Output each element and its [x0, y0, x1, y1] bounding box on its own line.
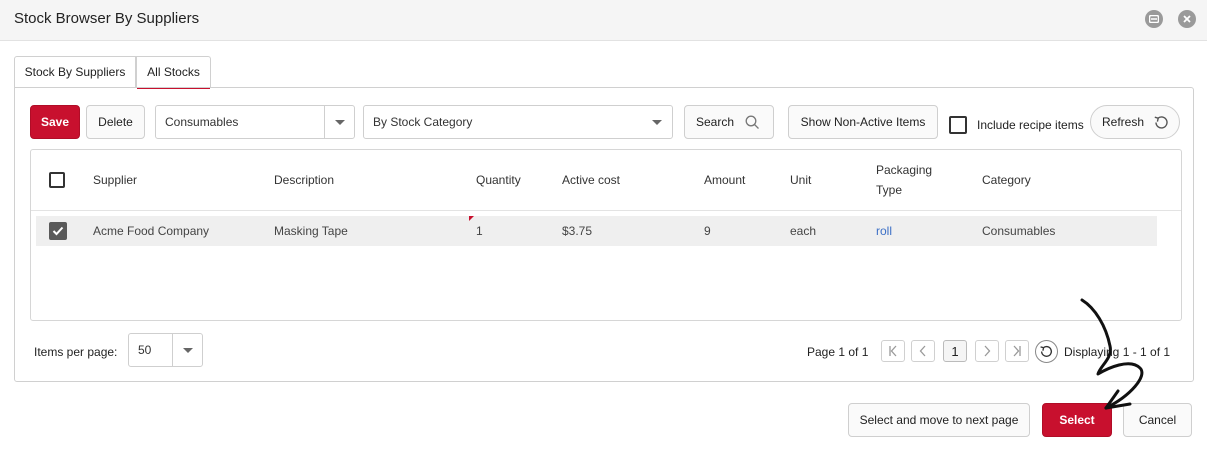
cell-description: Masking Tape: [274, 224, 348, 238]
select-and-move-next-button[interactable]: Select and move to next page: [848, 403, 1030, 437]
cell-unit: each: [790, 224, 817, 238]
checkmark-icon: [52, 226, 64, 236]
column-header-packaging-type[interactable]: Packaging Type: [876, 160, 932, 200]
title-bar: Stock Browser By Suppliers: [0, 0, 1207, 41]
tab-stock-by-suppliers[interactable]: Stock By Suppliers: [14, 56, 136, 88]
stock-grid: Supplier Description Quantity Active cos…: [30, 149, 1182, 321]
last-page-icon[interactable]: [1005, 340, 1029, 362]
column-header-active-cost[interactable]: Active cost: [562, 170, 620, 190]
items-per-page-label: Items per page:: [34, 345, 118, 359]
include-recipe-label: Include recipe items: [977, 118, 1084, 132]
refresh-icon: [1154, 115, 1168, 129]
first-page-icon[interactable]: [881, 340, 905, 362]
refresh-button-label: Refresh: [1102, 115, 1145, 129]
column-header-supplier[interactable]: Supplier: [93, 170, 137, 190]
show-non-active-button[interactable]: Show Non-Active Items: [788, 105, 938, 139]
column-header-quantity[interactable]: Quantity: [476, 170, 521, 190]
delete-button[interactable]: Delete: [86, 105, 145, 139]
hand-drawn-arrow: [1080, 298, 1144, 410]
refresh-button[interactable]: Refresh: [1090, 105, 1180, 139]
supplier-dropdown-value: Consumables: [165, 115, 239, 129]
window-title: Stock Browser By Suppliers: [14, 10, 200, 27]
row-checkbox[interactable]: [49, 222, 67, 240]
packaging-type-line1: Packaging: [876, 163, 933, 177]
chevron-down-icon[interactable]: [642, 106, 672, 138]
include-recipe-checkbox[interactable]: [949, 116, 967, 134]
column-header-category[interactable]: Category: [982, 170, 1031, 190]
search-icon: [745, 115, 759, 129]
column-header-unit[interactable]: Unit: [790, 170, 811, 190]
prev-page-icon[interactable]: [911, 340, 935, 362]
refresh-icon[interactable]: [1035, 340, 1058, 363]
next-page-icon[interactable]: [975, 340, 999, 362]
chevron-down-icon[interactable]: [172, 334, 202, 366]
tab-all-stocks-label: All Stocks: [147, 65, 200, 79]
cell-quantity[interactable]: 1: [476, 216, 483, 246]
search-button[interactable]: Search: [684, 105, 774, 139]
category-dropdown[interactable]: By Stock Category: [363, 105, 673, 139]
page-info: Page 1 of 1: [807, 345, 869, 359]
column-header-description[interactable]: Description: [274, 170, 334, 190]
category-dropdown-value: By Stock Category: [373, 115, 473, 129]
search-button-label: Search: [696, 115, 735, 129]
grid-header: Supplier Description Quantity Active cos…: [31, 150, 1181, 211]
close-icon[interactable]: [1178, 10, 1196, 28]
current-page-button[interactable]: 1: [943, 340, 967, 362]
column-header-amount[interactable]: Amount: [704, 170, 745, 190]
cell-supplier: Acme Food Company: [93, 224, 210, 238]
items-per-page-dropdown[interactable]: 50: [128, 333, 203, 367]
cell-packaging-type-link[interactable]: roll: [876, 216, 892, 246]
save-button[interactable]: Save: [30, 105, 80, 139]
cell-amount: 9: [704, 224, 711, 238]
supplier-dropdown[interactable]: Consumables: [155, 105, 355, 139]
table-row[interactable]: Acme Food Company Masking Tape 1 $3.75 9…: [36, 216, 1157, 246]
cell-category: Consumables: [982, 224, 1056, 238]
cell-active-cost: $3.75: [562, 224, 593, 238]
minimize-icon[interactable]: [1145, 10, 1163, 28]
items-per-page-value: 50: [138, 343, 152, 357]
select-all-checkbox[interactable]: [49, 172, 65, 188]
dirty-cell-marker: [469, 216, 474, 221]
chevron-down-icon[interactable]: [324, 106, 354, 138]
tab-all-stocks[interactable]: All Stocks: [136, 56, 211, 89]
packaging-type-line2: Type: [876, 183, 903, 197]
